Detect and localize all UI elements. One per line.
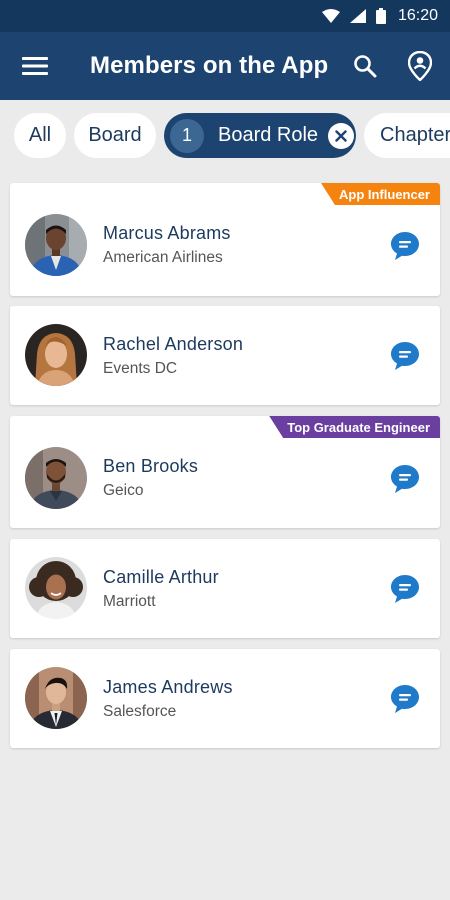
member-card[interactable]: App Influencer Marcus Abrams American Ai… [10,183,440,296]
chip-label: Board [88,124,142,146]
avatar [25,214,87,276]
chip-board[interactable]: Board [74,113,156,158]
member-card[interactable]: Rachel Anderson Events DC [10,306,440,405]
close-icon[interactable] [328,122,355,149]
member-company: Marriott [103,593,156,610]
chip-board-role[interactable]: 1 Board Role [164,113,356,158]
chip-chapter[interactable]: Chapter [364,113,450,158]
signal-icon [349,9,366,23]
avatar [25,667,87,729]
menu-icon[interactable] [0,32,70,100]
chat-bubble-icon[interactable] [388,339,422,373]
member-card[interactable]: Camille Arthur Marriott [10,539,440,638]
member-name: Camille Arthur [103,567,219,587]
chat-bubble-icon[interactable] [388,462,422,496]
member-company: Geico [103,482,144,499]
chip-label: All [28,124,52,146]
battery-icon [375,8,386,24]
page-title: Members on the App [90,52,329,79]
member-name: Rachel Anderson [103,334,244,354]
status-time: 16:20 [397,7,438,24]
wifi-icon [321,9,340,23]
chip-label: Chapter [380,124,450,146]
status-bar: 16:20 [0,0,450,32]
app-bar: Members on the App [0,32,450,100]
filter-chips: All Board 1 Board Role Chapter [0,110,450,162]
member-company: Salesforce [103,703,177,720]
member-company: American Airlines [103,249,223,266]
chip-count-badge: 1 [170,118,204,153]
member-card[interactable]: James Andrews Salesforce [10,649,440,748]
chip-all[interactable]: All [14,113,66,158]
member-name: Marcus Abrams [103,223,231,243]
chat-bubble-icon[interactable] [388,572,422,606]
member-name: Ben Brooks [103,456,199,476]
avatar [25,324,87,386]
badge-app-influencer: App Influencer [320,183,440,205]
search-icon[interactable] [340,32,390,100]
location-pin-icon[interactable] [390,32,450,100]
chat-bubble-icon[interactable] [388,229,422,263]
avatar [25,447,87,509]
member-company: Events DC [103,360,178,377]
chat-bubble-icon[interactable] [388,682,422,716]
chip-label: Board Role [218,124,319,146]
member-card[interactable]: Top Graduate Engineer Ben Brooks Geico [10,416,440,528]
badge-top-graduate-engineer: Top Graduate Engineer [269,416,440,438]
avatar [25,557,87,619]
member-name: James Andrews [103,677,233,697]
